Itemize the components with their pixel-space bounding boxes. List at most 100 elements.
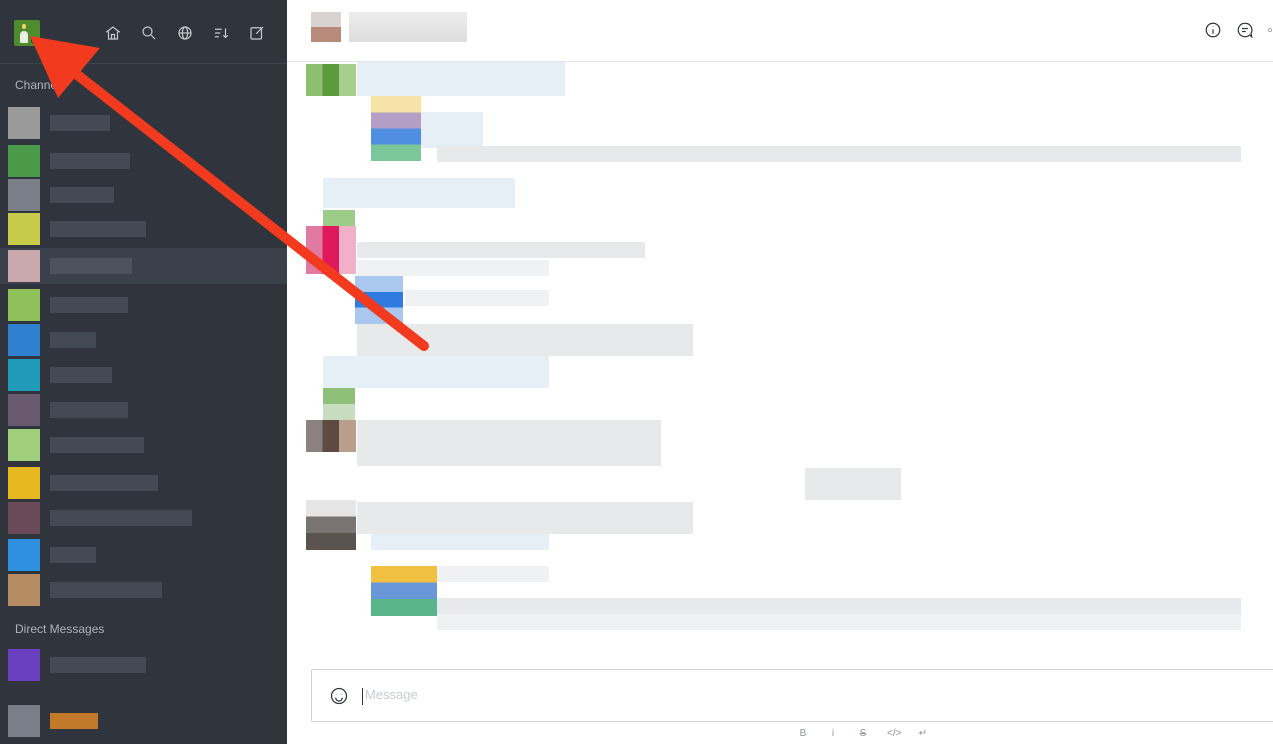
message-text [371, 534, 549, 550]
user-avatar[interactable] [14, 20, 40, 46]
sidebar-channel[interactable] [8, 289, 128, 321]
dm-name [50, 657, 146, 673]
message-avatar [323, 388, 355, 420]
channel-name [50, 402, 128, 418]
message-text [405, 290, 549, 306]
dm-avatar [8, 705, 40, 737]
code-button[interactable]: </> [887, 728, 901, 739]
message-text [805, 468, 901, 500]
avatar-head [22, 24, 26, 29]
home-icon[interactable] [100, 20, 126, 46]
channels-label: Channels [15, 78, 66, 92]
sidebar-channel[interactable] [8, 502, 192, 534]
message-text [357, 324, 693, 356]
sidebar-channel[interactable] [8, 213, 146, 245]
sidebar-toolbar [100, 20, 270, 46]
message-text [357, 62, 565, 96]
channel-name [50, 582, 162, 598]
search-icon[interactable] [136, 20, 162, 46]
channel-avatar [8, 429, 40, 461]
message-text [437, 598, 1241, 614]
room-title [349, 12, 467, 42]
channel-name [50, 297, 128, 313]
bold-button[interactable]: B [797, 728, 809, 739]
message-text [437, 146, 1241, 162]
sidebar-dm[interactable] [8, 649, 146, 681]
channel-name [50, 547, 96, 563]
message-text [323, 356, 549, 388]
attachment-thumb [355, 276, 403, 324]
channel-name [50, 187, 114, 203]
message-text [437, 566, 549, 582]
sidebar-channel[interactable] [8, 394, 128, 426]
sort-icon[interactable] [208, 20, 234, 46]
sidebar-channel[interactable] [8, 467, 158, 499]
channel-name [50, 115, 110, 131]
text-caret [362, 688, 363, 705]
dm-avatar [8, 649, 40, 681]
channel-avatar [8, 324, 40, 356]
sidebar-channel[interactable] [8, 107, 110, 139]
sidebar-header [0, 0, 287, 64]
message-avatar [323, 210, 355, 226]
globe-icon[interactable] [172, 20, 198, 46]
message-composer[interactable]: Message [311, 669, 1273, 722]
channel-avatar [8, 289, 40, 321]
sidebar-channel-active[interactable] [0, 248, 287, 284]
message-input[interactable]: Message [365, 687, 418, 702]
sidebar-channel[interactable] [8, 574, 162, 606]
sidebar-channel[interactable] [8, 179, 114, 211]
message-text [357, 242, 645, 258]
channel-avatar [8, 145, 40, 177]
discussion-icon[interactable] [1235, 20, 1255, 40]
sidebar-channel[interactable] [8, 539, 96, 571]
sidebar-channel[interactable] [8, 359, 112, 391]
channel-avatar [8, 467, 40, 499]
channel-avatar [8, 574, 40, 606]
sidebar: Channels Direct Messages [0, 0, 287, 744]
emoji-icon[interactable] [328, 685, 350, 707]
channel-name [50, 258, 132, 274]
message-text [357, 502, 693, 534]
message-text [357, 420, 661, 466]
chat-app: Channels Direct Messages Message B i S <… [0, 0, 1273, 744]
message-text [357, 260, 549, 276]
sidebar-channel[interactable] [8, 324, 96, 356]
reaction-emojis [371, 96, 421, 161]
message-text [421, 112, 483, 148]
channel-name [50, 221, 146, 237]
status-indicator [31, 37, 38, 44]
sidebar-channel[interactable] [8, 145, 130, 177]
channel-avatar [8, 502, 40, 534]
sidebar-channel[interactable] [8, 429, 144, 461]
avatar-figure [20, 31, 28, 43]
message-avatar [306, 64, 356, 96]
channel-name [50, 437, 144, 453]
channel-avatar [8, 213, 40, 245]
reaction-emojis [371, 566, 437, 616]
channel-avatar [8, 250, 40, 282]
strike-button[interactable]: S [857, 728, 869, 739]
newline-button[interactable]: ↵ [917, 728, 929, 739]
formatting-toolbar: B i S </> ↵ [797, 728, 929, 739]
info-icon[interactable] [1203, 20, 1223, 40]
channel-name [50, 367, 112, 383]
message-text [437, 614, 1241, 630]
compose-icon[interactable] [244, 20, 270, 46]
message-avatar [306, 500, 356, 550]
bell-icon[interactable] [1267, 20, 1273, 40]
channel-avatar [8, 359, 40, 391]
channel-name [50, 153, 130, 169]
channel-avatar [8, 539, 40, 571]
direct-messages-label: Direct Messages [15, 622, 105, 636]
channel-name [50, 332, 96, 348]
channel-avatar [8, 107, 40, 139]
main-panel: Message B i S </> ↵ [287, 0, 1273, 744]
channel-name [50, 510, 192, 526]
sidebar-dm[interactable] [8, 705, 98, 737]
message-text [323, 178, 515, 208]
channel-name [50, 475, 158, 491]
room-avatar [311, 12, 341, 42]
italic-button[interactable]: i [827, 728, 839, 739]
header-actions [1203, 20, 1273, 40]
